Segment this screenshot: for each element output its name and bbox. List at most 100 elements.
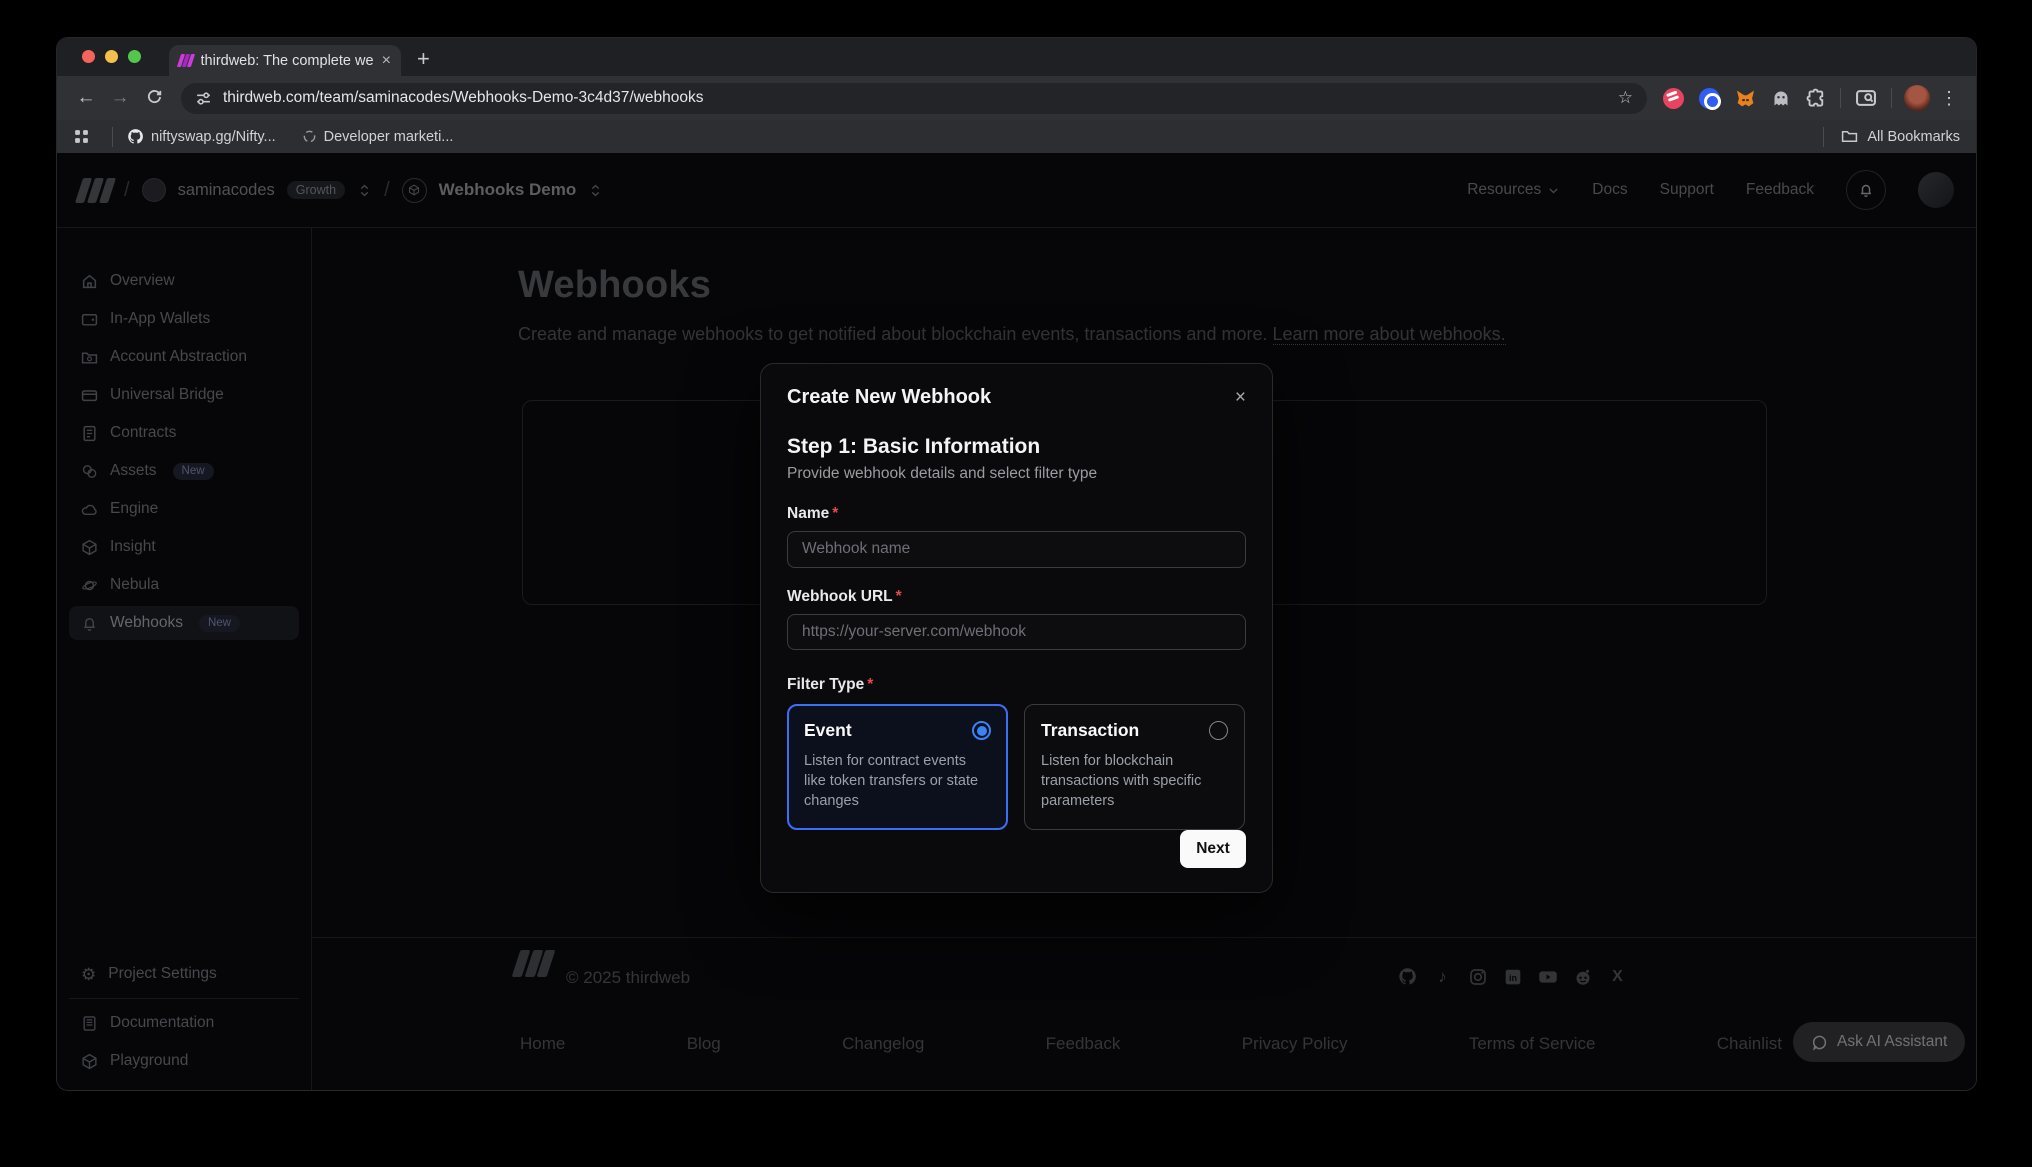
nav-feedback[interactable]: Feedback xyxy=(1746,181,1814,199)
nav-resources[interactable]: Resources xyxy=(1467,181,1560,199)
url-bar[interactable]: thirdweb.com/team/saminacodes/Webhooks-D… xyxy=(181,83,1647,114)
webhook-name-input[interactable] xyxy=(787,531,1246,568)
browser-window: thirdweb: The complete web3 × + ← → thir… xyxy=(57,38,1976,1090)
required-marker: * xyxy=(867,676,873,693)
browser-tab[interactable]: thirdweb: The complete web3 × xyxy=(169,45,401,76)
sidebar-item-nebula[interactable]: Nebula xyxy=(69,568,299,602)
name-label: Name* xyxy=(787,505,1246,523)
zoom-window-button[interactable] xyxy=(128,50,141,63)
sidebar-item-project-settings[interactable]: ⚙ Project Settings xyxy=(69,957,299,991)
bell-icon xyxy=(81,615,98,632)
breadcrumb-separator-2: / xyxy=(384,179,390,202)
wallet-icon xyxy=(81,311,98,328)
filter-option-transaction[interactable]: Transaction Listen for blockchain transa… xyxy=(1024,704,1245,830)
svg-text:in: in xyxy=(1509,972,1517,982)
wallet-extension-icon[interactable] xyxy=(1663,88,1684,109)
page-title: Webhooks xyxy=(518,264,711,307)
tab-close-icon[interactable]: × xyxy=(382,52,391,70)
next-button[interactable]: Next xyxy=(1180,830,1246,868)
thirdweb-logo-icon[interactable] xyxy=(75,178,116,203)
learn-more-link[interactable]: Learn more about webhooks. xyxy=(1273,324,1506,345)
traffic-lights xyxy=(82,50,141,63)
cube-icon xyxy=(81,1053,98,1070)
team-switcher-icon[interactable] xyxy=(357,183,372,198)
sidebar-item-account-abstraction[interactable]: Account Abstraction xyxy=(69,340,299,374)
instagram-icon[interactable] xyxy=(1467,966,1488,987)
radio-selected-icon[interactable] xyxy=(972,721,991,740)
tab-search-panel-icon[interactable] xyxy=(1855,87,1877,109)
footer-copyright: © 2025 thirdweb xyxy=(566,968,690,988)
sidebar-item-documentation[interactable]: Documentation xyxy=(69,1006,299,1040)
reload-button[interactable] xyxy=(137,87,171,109)
forward-button[interactable]: → xyxy=(103,87,137,109)
plan-badge: Growth xyxy=(287,181,345,199)
sidebar-item-overview[interactable]: Overview xyxy=(69,264,299,298)
filter-option-event[interactable]: Event Listen for contract events like to… xyxy=(787,704,1008,830)
github-favicon-icon xyxy=(127,128,144,145)
project-name[interactable]: Webhooks Demo xyxy=(439,180,577,200)
reddit-icon[interactable] xyxy=(1572,966,1593,987)
radio-unselected-icon[interactable] xyxy=(1209,721,1228,740)
sidebar-item-assets[interactable]: Assets New xyxy=(69,454,299,488)
project-icon xyxy=(402,178,427,203)
nav-support[interactable]: Support xyxy=(1660,181,1714,199)
bookmark-item-niftyswap[interactable]: niftyswap.gg/Nifty... xyxy=(127,128,276,145)
team-name[interactable]: saminacodes xyxy=(178,181,275,200)
bell-icon xyxy=(1858,182,1874,198)
sidebar-item-universal-bridge[interactable]: Universal Bridge xyxy=(69,378,299,412)
footer-social-icons: ♪ in X xyxy=(1397,966,1628,987)
youtube-icon[interactable] xyxy=(1537,966,1558,987)
box-icon xyxy=(81,539,98,556)
bookmark-item-developer[interactable]: Developer marketi... xyxy=(302,129,454,145)
close-icon[interactable]: × xyxy=(1235,388,1246,407)
sidebar-item-engine[interactable]: Engine xyxy=(69,492,299,526)
metamask-extension-icon[interactable] xyxy=(1735,88,1756,109)
url-text[interactable]: thirdweb.com/team/saminacodes/Webhooks-D… xyxy=(223,89,1607,107)
footer-link-blog[interactable]: Blog xyxy=(687,1034,721,1054)
webhook-url-input[interactable] xyxy=(787,614,1246,651)
footer-link-chainlist[interactable]: Chainlist xyxy=(1717,1034,1782,1054)
bookmarks-divider xyxy=(112,127,113,147)
footer-link-changelog[interactable]: Changelog xyxy=(842,1034,924,1054)
tiktok-icon[interactable]: ♪ xyxy=(1432,966,1453,987)
coinbase-extension-icon[interactable] xyxy=(1699,88,1720,109)
browser-profile-avatar[interactable] xyxy=(1904,85,1930,111)
back-button[interactable]: ← xyxy=(69,87,103,109)
nav-docs[interactable]: Docs xyxy=(1592,181,1627,199)
github-icon[interactable] xyxy=(1397,966,1418,987)
sidebar-item-contracts[interactable]: Contracts xyxy=(69,416,299,450)
apps-grid-icon[interactable] xyxy=(73,128,90,145)
sidebar-item-insight[interactable]: Insight xyxy=(69,530,299,564)
phantom-extension-icon[interactable] xyxy=(1771,88,1791,108)
team-avatar[interactable] xyxy=(142,178,166,202)
user-avatar[interactable] xyxy=(1918,172,1954,208)
tab-title: thirdweb: The complete web3 xyxy=(201,53,374,69)
minimize-window-button[interactable] xyxy=(105,50,118,63)
footer-link-feedback[interactable]: Feedback xyxy=(1046,1034,1121,1054)
sidebar-item-in-app-wallets[interactable]: In-App Wallets xyxy=(69,302,299,336)
bookmark-label: niftyswap.gg/Nifty... xyxy=(151,129,276,145)
footer-link-privacy-policy[interactable]: Privacy Policy xyxy=(1242,1034,1348,1054)
required-marker: * xyxy=(896,588,902,605)
linkedin-icon[interactable]: in xyxy=(1502,966,1523,987)
browser-menu-icon[interactable]: ⋮ xyxy=(1940,88,1958,109)
x-icon[interactable]: X xyxy=(1607,966,1628,987)
project-switcher-icon[interactable] xyxy=(588,183,603,198)
extensions-puzzle-icon[interactable] xyxy=(1806,88,1826,108)
site-controls-icon[interactable] xyxy=(195,90,212,107)
sidebar-item-webhooks[interactable]: Webhooks New xyxy=(69,606,299,640)
bookmark-star-icon[interactable]: ☆ xyxy=(1618,88,1633,108)
ask-ai-assistant-button[interactable]: Ask AI Assistant xyxy=(1793,1022,1965,1062)
step-title: Step 1: Basic Information xyxy=(787,435,1246,459)
app-header: / saminacodes Growth / Webhooks Demo Res… xyxy=(57,153,1976,228)
close-window-button[interactable] xyxy=(82,50,95,63)
notifications-button[interactable] xyxy=(1846,170,1886,210)
footer-link-home[interactable]: Home xyxy=(520,1034,565,1054)
sidebar-item-playground[interactable]: Playground xyxy=(69,1044,299,1078)
card-icon xyxy=(81,387,98,404)
required-marker: * xyxy=(832,505,838,522)
toolbar-divider xyxy=(1840,88,1841,108)
all-bookmarks-button[interactable]: All Bookmarks xyxy=(1867,129,1960,145)
footer-link-terms-of-service[interactable]: Terms of Service xyxy=(1469,1034,1596,1054)
new-tab-button[interactable]: + xyxy=(417,46,430,72)
